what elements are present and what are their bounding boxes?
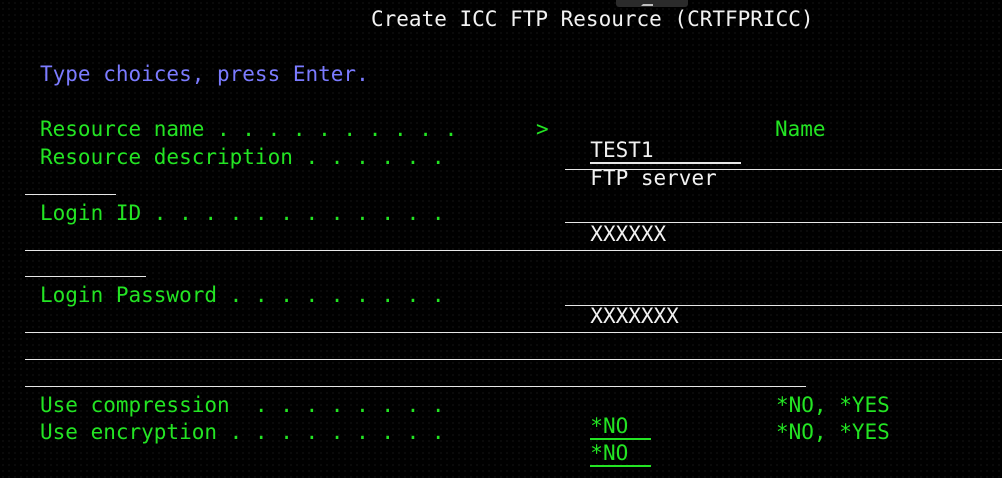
login-password-label: Login Password . . . . . . . . .	[40, 283, 445, 307]
login-password-continuation-line-1	[25, 332, 1002, 333]
resource-name-marker: >	[536, 117, 549, 141]
login-id-label: Login ID . . . . . . . . . . . .	[40, 201, 445, 225]
login-id-continuation-end	[25, 276, 146, 277]
login-id-value: XXXXXX	[590, 222, 667, 246]
resource-name-hint: Name	[775, 117, 826, 141]
screen-title: Create ICC FTP Resource (CRTFPRICC)	[371, 7, 814, 31]
login-id-input[interactable]: XXXXXX	[565, 203, 666, 245]
instruction-text: Type choices, press Enter.	[40, 62, 369, 86]
login-password-continuation-line-2	[25, 359, 1002, 360]
login-id-underline	[565, 222, 1002, 223]
login-password-underline	[565, 305, 1002, 306]
use-compression-hint: *NO, *YES	[776, 393, 890, 417]
use-encryption-hint: *NO, *YES	[776, 420, 890, 444]
chevron-down-icon	[641, 0, 653, 6]
use-encryption-label: Use encryption . . . . . . . . .	[40, 420, 445, 444]
login-password-continuation-end	[25, 386, 806, 387]
resource-description-continuation	[25, 194, 116, 195]
login-id-continuation-line	[25, 250, 1002, 251]
use-compression-label: Use compression . . . . . . . .	[40, 393, 445, 417]
resource-description-label: Resource description . . . . . .	[40, 145, 445, 169]
login-password-input[interactable]: XXXXXXX	[565, 285, 679, 327]
use-encryption-input[interactable]: *NO	[565, 422, 652, 467]
resource-name-label: Resource name . . . . . . . . . .	[40, 117, 458, 141]
resource-description-input[interactable]: FTP server	[565, 147, 716, 189]
resource-description-underline	[565, 169, 1002, 170]
use-encryption-value: *NO	[590, 443, 652, 467]
login-password-value: XXXXXXX	[590, 304, 679, 328]
